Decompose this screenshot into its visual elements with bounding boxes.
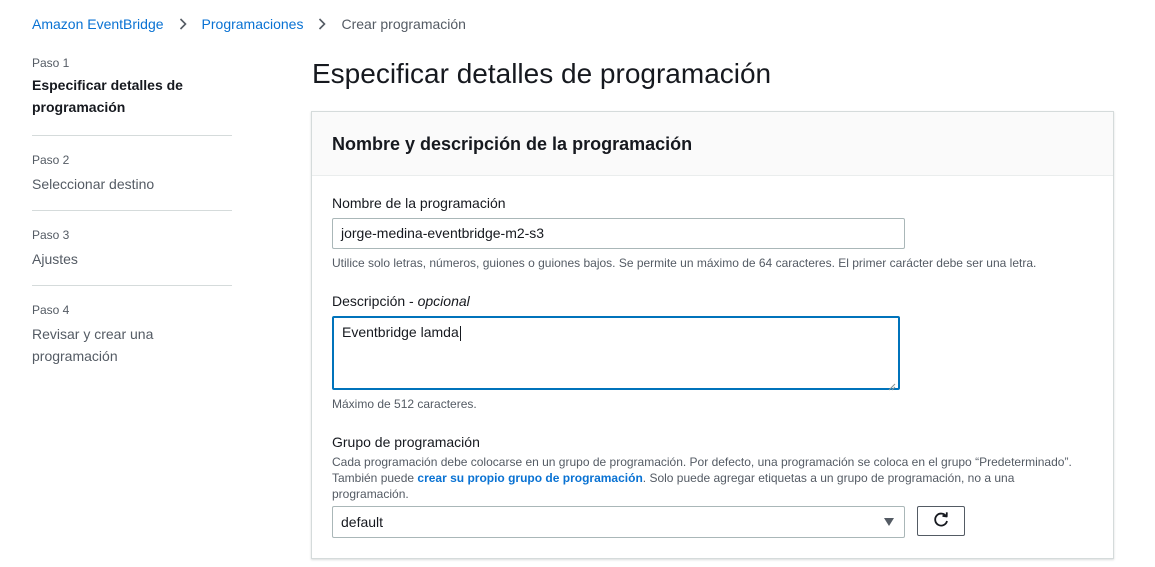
chevron-right-icon [177,18,189,30]
wizard-step-4: Paso 4 Revisar y crear una programación [32,303,232,367]
caret-down-icon [884,518,894,526]
wizard-steps: Paso 1 Especificar detalles de programac… [32,54,232,364]
wizard-step-3: Paso 3 Ajustes [32,228,232,286]
wizard-step-1: Paso 1 Especificar detalles de programac… [32,54,232,136]
step-title: Seleccionar destino [32,176,155,192]
step-title: Especificar detalles de programación [32,77,183,115]
step-label: Paso 4 [32,303,70,317]
refresh-groups-button[interactable] [917,506,965,536]
breadcrumb-link-eventbridge[interactable]: Amazon EventBridge [32,16,164,32]
description-label-text: Descripción [332,293,406,309]
breadcrumb-current: Crear programación [341,16,466,32]
hint-text: También puede [332,471,418,485]
schedule-group-selected-value: default [341,514,384,530]
step-title: Ajustes [32,251,78,267]
description-label: Descripción - opcional [332,293,470,309]
panel-header: Nombre y descripción de la programación [312,112,1113,176]
step-title: Revisar y crear una programación [32,326,154,364]
schedule-name-input[interactable]: jorge-medina-eventbridge-m2-s3 [332,218,905,249]
wizard-step-2: Paso 2 Seleccionar destino [32,153,232,211]
step-label: Paso 1 [32,56,70,70]
create-group-link[interactable]: crear su propio grupo de programación [417,471,642,485]
schedule-group-label: Grupo de programación [332,434,480,450]
description-hint: Máximo de 512 caracteres. [332,397,477,411]
schedule-group-hint-line3: programación. [332,487,409,501]
schedule-group-hint-line2: También puede crear su propio grupo de p… [332,470,1102,486]
chevron-right-icon [316,18,328,30]
hint-text: . Solo puede agregar etiquetas a un grup… [642,471,1015,485]
panel-title: Nombre y descripción de la programación [332,134,693,154]
refresh-icon [932,511,950,532]
schedule-group-select[interactable]: default [332,506,905,538]
description-label-separator: - [405,293,418,309]
text-caret [459,325,461,341]
schedule-name-hint: Utilice solo letras, números, guiones o … [332,256,1037,270]
page-title: Especificar detalles de programación [312,58,772,89]
schedule-details-panel: Nombre y descripción de la programación … [311,111,1114,559]
optional-tag: opcional [417,293,470,309]
breadcrumb: Amazon EventBridge Programaciones Crear … [32,14,466,34]
description-textarea[interactable]: Eventbridge lamda [332,316,900,391]
description-value: Eventbridge lamda [342,324,459,340]
resize-handle-icon[interactable] [888,378,896,391]
schedule-name-label: Nombre de la programación [332,195,506,211]
schedule-group-hint-line1: Cada programación debe colocarse en un g… [332,455,1072,469]
schedule-group-hint: Cada programación debe colocarse en un g… [332,454,1102,502]
breadcrumb-link-schedules[interactable]: Programaciones [202,16,304,32]
step-label: Paso 2 [32,153,70,167]
step-label: Paso 3 [32,228,70,242]
